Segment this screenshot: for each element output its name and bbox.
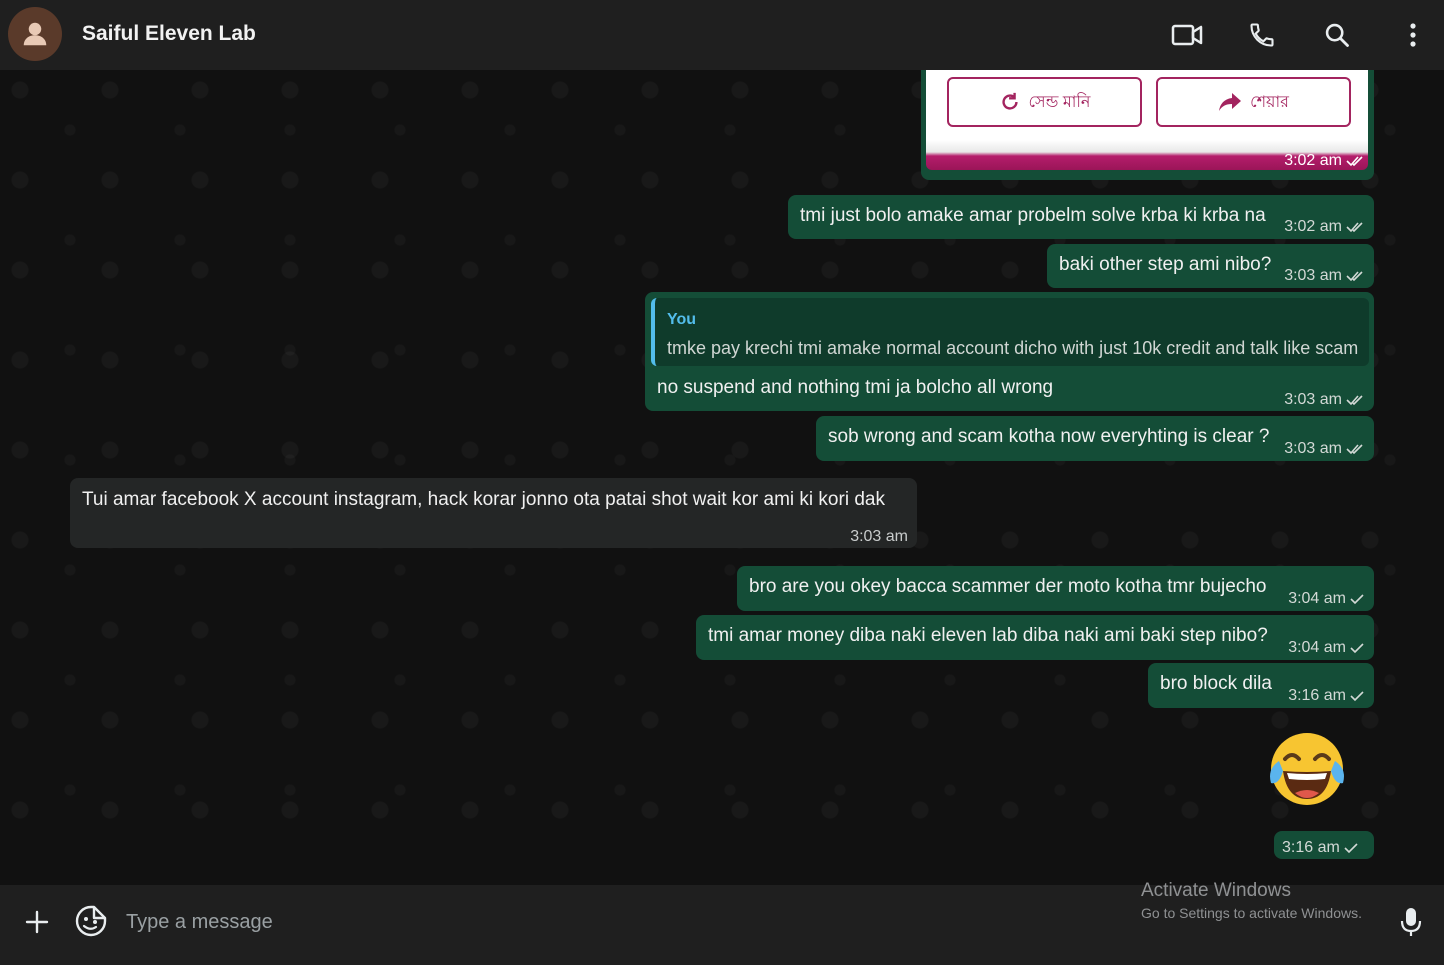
- activate-windows-title: Activate Windows: [1141, 880, 1291, 901]
- outgoing-message[interactable]: tmi just bolo amake amar probelm solve k…: [788, 195, 1374, 239]
- double-check-icon: [1346, 444, 1363, 455]
- message-time: 3:03 am: [1284, 388, 1364, 412]
- video-call-icon[interactable]: [1170, 18, 1204, 52]
- image-message[interactable]: সেন্ড মানি শেয়ার 3:02 am: [921, 70, 1374, 180]
- time-label: 3:16 am: [1288, 687, 1346, 704]
- double-check-icon: [1346, 271, 1363, 282]
- message-time: 3:03 am: [1284, 264, 1364, 288]
- single-check-icon: [1344, 843, 1358, 854]
- message-time: 3:04 am: [1288, 636, 1364, 660]
- message-time: 3:02 am: [1284, 215, 1364, 239]
- contact-avatar[interactable]: [8, 7, 62, 61]
- sticker-icon[interactable]: [74, 904, 108, 938]
- menu-icon[interactable]: [1396, 18, 1430, 52]
- message-time: 3:16 am: [1288, 684, 1364, 708]
- message-text: tmi amar money diba naki eleven lab diba…: [708, 625, 1268, 646]
- quote-author: You: [667, 311, 697, 328]
- emoji-message-time-bubble: 3:16 am: [1274, 831, 1374, 859]
- message-text: sob wrong and scam kotha now everyhting …: [828, 426, 1270, 447]
- message-list[interactable]: সেন্ড মানি শেয়ার 3:02 am tmi just bolo …: [0, 70, 1444, 885]
- message-input[interactable]: [126, 907, 1026, 937]
- message-text: baki other step ami nibo?: [1059, 254, 1272, 275]
- single-check-icon: [1350, 691, 1364, 702]
- time-label: 3:03 am: [1284, 267, 1342, 284]
- voice-call-icon[interactable]: [1245, 18, 1279, 52]
- incoming-message[interactable]: Tui amar facebook X account instagram, h…: [70, 478, 917, 548]
- outgoing-message[interactable]: bro block dila 3:16 am: [1148, 663, 1374, 708]
- person-icon: [23, 22, 47, 46]
- outgoing-message-with-reply[interactable]: You tmke pay krechi tmi amake normal acc…: [645, 292, 1374, 411]
- message-time: 3:03 am: [850, 525, 908, 549]
- send-money-button: সেন্ড মানি: [947, 77, 1142, 127]
- activate-windows-subtitle: Go to Settings to activate Windows.: [1141, 905, 1362, 921]
- time-label: 3:02 am: [1284, 152, 1342, 169]
- time-label: 3:16 am: [1282, 839, 1340, 856]
- double-check-icon: [1346, 395, 1363, 406]
- quote-text: tmke pay krechi tmi amake normal account…: [667, 338, 1359, 358]
- time-label: 3:02 am: [1284, 218, 1342, 235]
- single-check-icon: [1350, 643, 1364, 654]
- message-time: 3:03 am: [1284, 437, 1364, 461]
- search-icon[interactable]: [1320, 18, 1354, 52]
- message-text: bro are you okey bacca scammer der moto …: [749, 576, 1267, 597]
- outgoing-message[interactable]: baki other step ami nibo? 3:03 am: [1047, 244, 1374, 288]
- chat-header: Saiful Eleven Lab: [0, 0, 1444, 70]
- outgoing-message[interactable]: sob wrong and scam kotha now everyhting …: [816, 416, 1374, 461]
- time-label: 3:04 am: [1288, 639, 1346, 656]
- time-label: 3:03 am: [1284, 391, 1342, 408]
- message-text: Tui amar facebook X account instagram, h…: [82, 489, 885, 510]
- share-arrow-icon: [1219, 93, 1242, 111]
- double-check-icon: [1346, 156, 1363, 167]
- message-time: 3:16 am: [1282, 836, 1358, 860]
- face-with-tears-of-joy-icon[interactable]: [1265, 729, 1349, 809]
- microphone-icon[interactable]: [1397, 905, 1425, 939]
- time-label: 3:03 am: [850, 528, 908, 545]
- message-time: 3:04 am: [1288, 587, 1364, 611]
- send-money-label: সেন্ড মানি: [1028, 93, 1091, 111]
- share-button: শেয়ার: [1156, 77, 1351, 127]
- message-text: no suspend and nothing tmi ja bolcho all…: [657, 377, 1054, 398]
- double-check-icon: [1346, 222, 1363, 233]
- outgoing-message[interactable]: tmi amar money diba naki eleven lab diba…: [696, 615, 1374, 660]
- single-check-icon: [1350, 594, 1364, 605]
- refresh-icon: [1001, 92, 1018, 110]
- reply-quote[interactable]: You tmke pay krechi tmi amake normal acc…: [651, 298, 1369, 366]
- time-label: 3:04 am: [1288, 590, 1346, 607]
- share-label: শেয়ার: [1250, 93, 1289, 111]
- message-text: tmi just bolo amake amar probelm solve k…: [800, 205, 1266, 226]
- plus-icon[interactable]: [22, 907, 52, 937]
- contact-name[interactable]: Saiful Eleven Lab: [82, 22, 256, 46]
- time-label: 3:03 am: [1284, 440, 1342, 457]
- outgoing-message[interactable]: bro are you okey bacca scammer der moto …: [737, 566, 1374, 611]
- message-time: 3:02 am: [1284, 152, 1364, 170]
- message-text: bro block dila: [1160, 673, 1272, 694]
